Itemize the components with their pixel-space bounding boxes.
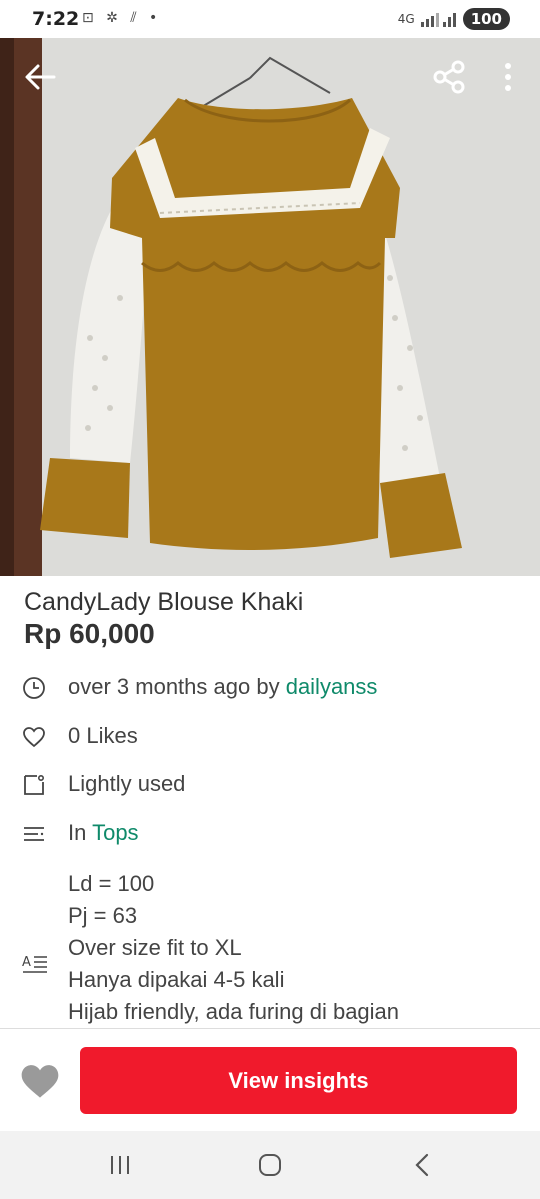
product-title: CandyLady Blouse Khaki [24,588,304,616]
status-bar: 7:22 ⊡ ✲ ⫽ • 4G 100 [0,0,540,38]
more-button[interactable] [484,53,532,101]
back-button[interactable] [16,53,64,101]
category-link[interactable]: Tops [92,820,138,845]
description-line: Over size fit to XL [68,935,242,960]
posted-text: over 3 months ago by dailyanss [68,674,377,700]
category-prefix: In [68,820,87,845]
text-icon: A [22,955,47,973]
status-right: 4G 100 [398,8,510,30]
likes-row[interactable]: 0 Likes [0,717,540,757]
battery-indicator: 100 [462,8,510,30]
status-notification-icons: ⊡ ✲ ⫽ • [82,10,162,26]
tag-icon [24,774,44,795]
description-line: Ld = 100 [68,871,155,896]
category-text: In Tops [68,820,139,846]
product-price: Rp 60,000 [24,618,155,649]
system-nav-bar [0,1131,540,1199]
status-time: 7:22 [32,8,80,30]
product-photo[interactable] [0,38,540,576]
home-icon [259,1154,281,1176]
recents-icon [111,1156,129,1174]
signal-icon [420,13,456,27]
svg-text:A: A [22,955,31,970]
bottom-divider [0,1028,540,1029]
heart-filled-icon [21,1065,59,1098]
description-line: Pj = 63 [68,903,138,928]
posted-time: over 3 months ago by [68,674,280,699]
description: Ld = 100 Pj = 63 Over size fit to XL Han… [68,868,399,1028]
heart-outline-icon [23,727,45,748]
recents-button[interactable] [100,1149,140,1181]
chevron-left-icon [415,1153,429,1177]
more-vert-icon [505,63,511,91]
condition-text: Lightly used [68,771,186,796]
share-icon [433,60,465,94]
list-icon [24,827,44,841]
posted-row: over 3 months ago by dailyanss [0,668,540,708]
back-arrow-icon [25,64,56,90]
condition-row: Lightly used [0,765,540,805]
description-line: Hijab friendly, ada furing di bagian [68,999,400,1024]
blouse-image [0,38,540,576]
view-insights-button[interactable]: View insights [80,1047,517,1114]
network-label: 4G [397,12,415,26]
seller-link[interactable]: dailyanss [286,674,378,699]
description-line: Hanya dipakai 4-5 kali [68,967,285,992]
category-row: In Tops [0,814,540,854]
home-button[interactable] [250,1149,290,1181]
like-button[interactable] [20,1062,60,1102]
system-back-button[interactable] [402,1149,442,1181]
clock-icon [23,677,45,699]
share-button[interactable] [425,53,473,101]
likes-count[interactable]: 0 Likes [68,723,138,749]
